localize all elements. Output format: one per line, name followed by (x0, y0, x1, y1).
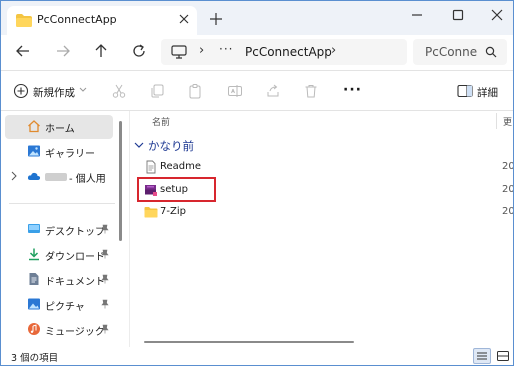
group-label: かなり前 (148, 139, 194, 153)
folder-icon (144, 207, 158, 218)
file-date: 20 (502, 184, 513, 195)
file-name: Readme (160, 161, 202, 172)
search-input[interactable]: PcConne (413, 39, 507, 65)
close-window-icon[interactable] (489, 7, 505, 23)
chevron-right-icon[interactable] (11, 171, 17, 181)
pin-icon[interactable] (101, 224, 109, 234)
sidebar-item-pictures[interactable]: ピクチャ (5, 293, 113, 317)
breadcrumb-current[interactable]: PcConnectApp (245, 45, 332, 59)
address-bar[interactable]: › ··· PcConnectApp › (161, 39, 407, 65)
pin-icon[interactable] (101, 249, 109, 259)
sidebar-item-label: - 個人用 (69, 174, 106, 185)
file-date: 20 (502, 206, 513, 217)
highlight-box (137, 177, 216, 202)
cut-icon[interactable] (111, 83, 127, 99)
column-divider[interactable] (496, 113, 497, 129)
file-row-readme[interactable]: Readme 20 (130, 156, 513, 178)
pin-icon[interactable] (101, 324, 109, 334)
sidebar-item-label: デスクトップ (45, 227, 105, 238)
text-file-icon (146, 160, 156, 174)
plus-circle-icon (13, 83, 29, 99)
sidebar-item-label: ピクチャ (45, 302, 85, 313)
delete-icon[interactable] (303, 83, 319, 99)
sidebar-item-onedrive[interactable]: - 個人用 (5, 165, 113, 189)
file-name: 7-Zip (160, 206, 186, 217)
divider (9, 203, 115, 204)
tab-title: PcConnectApp (37, 13, 117, 26)
download-icon (29, 248, 39, 261)
search-icon (485, 46, 497, 58)
tiles-view-icon[interactable] (495, 348, 511, 364)
home-icon (28, 120, 40, 133)
sidebar-item-home[interactable]: ホーム (5, 115, 113, 139)
navigation-pane: ホーム ギャラリー - 個人用 デスクトップ ダウンロード ドキュメント ピクチ… (1, 111, 129, 347)
desktop-icon (28, 224, 40, 233)
breadcrumb-ellipsis[interactable]: ··· (219, 42, 233, 56)
sidebar-scrollbar[interactable] (119, 121, 122, 241)
tab-pcconnectapp[interactable]: PcConnectApp (7, 6, 197, 35)
rename-icon[interactable] (227, 83, 243, 99)
sidebar-item-label: ギャラリー (45, 149, 95, 160)
redacted-account-name (45, 173, 67, 181)
sidebar-item-label: ドキュメント (45, 277, 105, 288)
details-pane-button[interactable]: 詳細 (457, 83, 509, 101)
copy-icon[interactable] (149, 83, 165, 99)
details-label: 詳細 (477, 87, 498, 99)
details-view-button[interactable] (473, 348, 491, 364)
sidebar-item-music[interactable]: ミュージック (5, 318, 113, 342)
list-view-icon (477, 352, 487, 360)
chevron-down-icon (134, 142, 144, 148)
refresh-icon[interactable] (131, 43, 147, 59)
sidebar-item-label: ダウンロード (45, 252, 105, 263)
status-bar: 3 個の項目 (1, 347, 513, 365)
up-arrow-icon[interactable] (93, 43, 109, 59)
share-icon[interactable] (265, 83, 281, 99)
column-header-date[interactable]: 更 (503, 115, 512, 128)
pin-icon[interactable] (101, 299, 109, 309)
group-header[interactable]: かなり前 (132, 137, 332, 155)
forward-arrow-icon[interactable] (55, 43, 71, 59)
document-icon (29, 273, 39, 285)
new-button[interactable]: 新規作成 (13, 83, 91, 101)
minimize-icon[interactable] (409, 7, 425, 23)
cloud-icon (27, 172, 41, 180)
new-button-label: 新規作成 (33, 87, 75, 99)
column-header: 名前 更 (130, 111, 513, 131)
breadcrumb-chevron-icon[interactable]: › (331, 43, 336, 58)
navigation-bar: › ··· PcConnectApp › PcConne (1, 35, 513, 69)
command-bar: 新規作成 ··· 詳細 (1, 71, 513, 111)
pin-icon[interactable] (101, 274, 109, 284)
picture-icon (28, 298, 40, 310)
sidebar-item-documents[interactable]: ドキュメント (5, 268, 113, 292)
horizontal-scrollbar[interactable] (144, 341, 354, 343)
sidebar-item-desktop[interactable]: デスクトップ (5, 218, 113, 242)
search-placeholder: PcConne (425, 45, 478, 59)
back-arrow-icon[interactable] (15, 43, 31, 59)
file-date: 20 (502, 161, 513, 172)
gallery-icon (28, 145, 40, 157)
title-bar: PcConnectApp (1, 1, 513, 35)
folder-icon (16, 14, 32, 27)
new-tab-icon[interactable] (208, 11, 224, 27)
paste-icon[interactable] (187, 83, 203, 99)
file-list: 名前 更 かなり前 Readme 20 setup (130, 111, 513, 347)
breadcrumb-separator-icon[interactable]: › (199, 43, 204, 58)
chevron-down-icon (79, 87, 87, 92)
sidebar-item-label: ミュージック (45, 327, 105, 338)
sidebar-item-downloads[interactable]: ダウンロード (5, 243, 113, 267)
details-pane-icon (457, 84, 473, 98)
item-count: 3 個の項目 (11, 353, 59, 364)
column-header-name[interactable]: 名前 (152, 115, 170, 128)
sidebar-item-gallery[interactable]: ギャラリー (5, 140, 113, 164)
computer-icon (171, 45, 187, 59)
file-row-7zip[interactable]: 7-Zip 20 (130, 201, 513, 223)
maximize-icon[interactable] (450, 7, 466, 23)
explorer-window: PcConnectApp › ··· PcConnectApp › PcConn… (0, 0, 514, 366)
close-tab-icon[interactable] (177, 12, 191, 26)
sidebar-item-label: ホーム (45, 124, 75, 135)
more-options-button[interactable]: ··· (343, 82, 362, 98)
music-icon (28, 323, 40, 335)
